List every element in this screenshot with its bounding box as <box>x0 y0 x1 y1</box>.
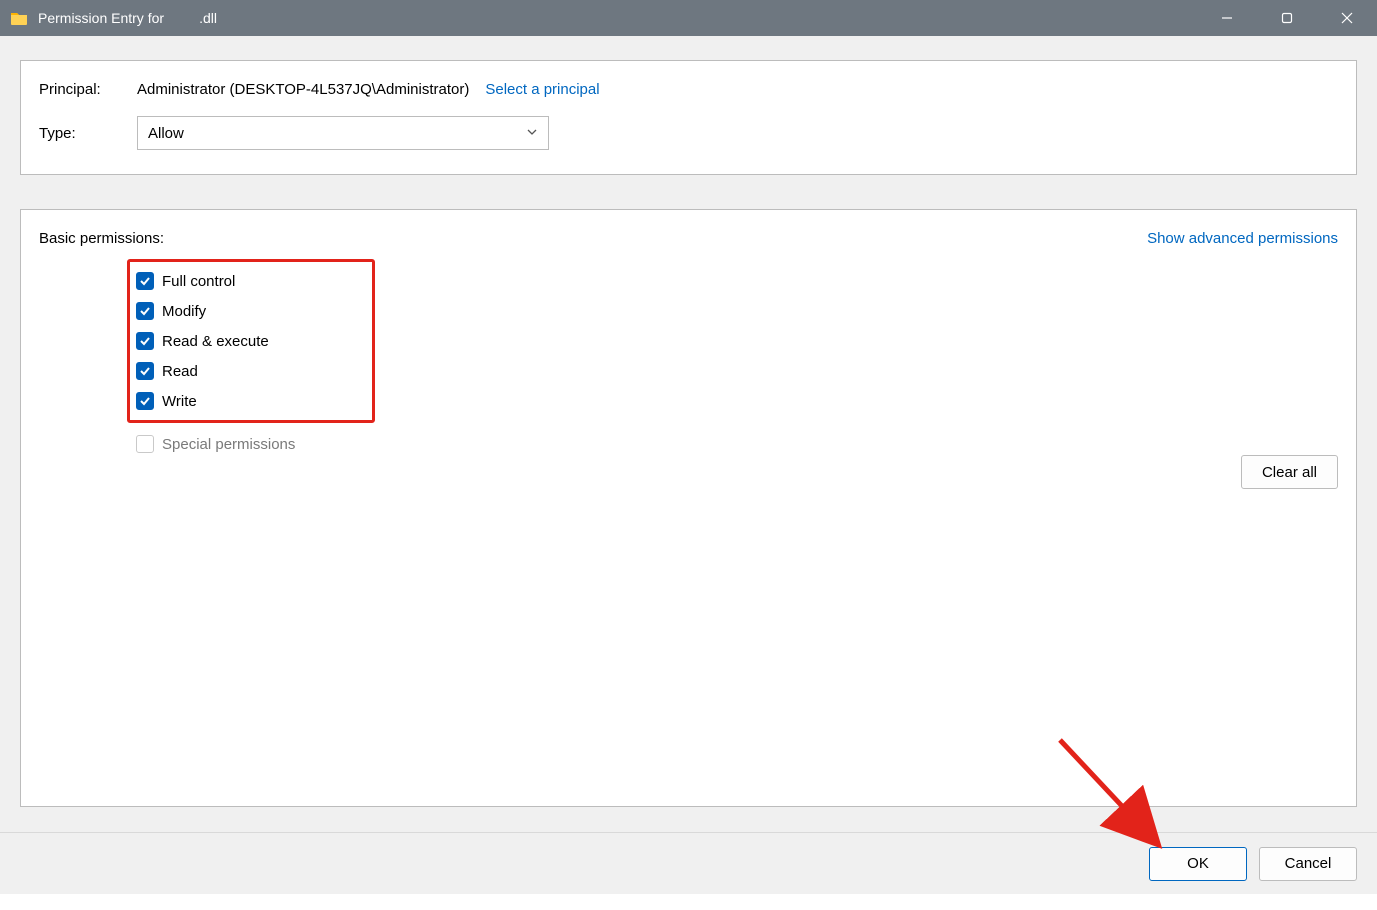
maximize-button[interactable] <box>1257 0 1317 36</box>
perm-label: Read & execute <box>162 333 269 350</box>
type-value: Allow <box>148 125 184 142</box>
chevron-down-icon <box>526 125 538 142</box>
principal-label: Principal: <box>39 81 137 98</box>
perm-label: Read <box>162 363 198 380</box>
window-title-prefix: Permission Entry for <box>38 10 164 26</box>
checkbox-write[interactable] <box>136 392 154 410</box>
clear-all-button[interactable]: Clear all <box>1241 455 1338 489</box>
dialog-footer: OK Cancel <box>0 832 1377 894</box>
perm-special: Special permissions <box>136 429 1338 459</box>
ok-button[interactable]: OK <box>1149 847 1247 881</box>
titlebar: Permission Entry for .dll <box>0 0 1377 36</box>
perm-label: Full control <box>162 273 235 290</box>
perm-read-execute: Read & execute <box>136 326 366 356</box>
perm-label: Write <box>162 393 197 410</box>
checkbox-read-execute[interactable] <box>136 332 154 350</box>
show-advanced-link[interactable]: Show advanced permissions <box>1147 230 1338 247</box>
minimize-button[interactable] <box>1197 0 1257 36</box>
perm-special-label: Special permissions <box>162 436 295 453</box>
checkbox-full-control[interactable] <box>136 272 154 290</box>
cancel-button[interactable]: Cancel <box>1259 847 1357 881</box>
window-title: Permission Entry for .dll <box>38 10 217 26</box>
perm-full-control: Full control <box>136 266 366 296</box>
type-select[interactable]: Allow <box>137 116 549 150</box>
permissions-highlight-box: Full control Modify Read & execute Read <box>127 259 375 423</box>
perm-modify: Modify <box>136 296 366 326</box>
checkbox-modify[interactable] <box>136 302 154 320</box>
window-controls <box>1197 0 1377 36</box>
permissions-header-row: Basic permissions: Show advanced permiss… <box>39 230 1338 247</box>
close-button[interactable] <box>1317 0 1377 36</box>
select-principal-link[interactable]: Select a principal <box>485 81 599 98</box>
checkbox-special <box>136 435 154 453</box>
dialog-body: Principal: Administrator (DESKTOP-4L537J… <box>0 36 1377 832</box>
type-row: Type: Allow <box>39 116 1338 150</box>
principal-value: Administrator (DESKTOP-4L537JQ\Administr… <box>137 81 469 98</box>
perm-label: Modify <box>162 303 206 320</box>
principal-row: Principal: Administrator (DESKTOP-4L537J… <box>39 81 1338 98</box>
basic-permissions-label: Basic permissions: <box>39 230 164 247</box>
window-title-suffix: .dll <box>199 10 217 26</box>
folder-icon <box>10 11 28 25</box>
principal-panel: Principal: Administrator (DESKTOP-4L537J… <box>20 60 1357 175</box>
type-label: Type: <box>39 125 137 142</box>
perm-write: Write <box>136 386 366 416</box>
checkbox-read[interactable] <box>136 362 154 380</box>
permissions-panel: Basic permissions: Show advanced permiss… <box>20 209 1357 807</box>
perm-read: Read <box>136 356 366 386</box>
